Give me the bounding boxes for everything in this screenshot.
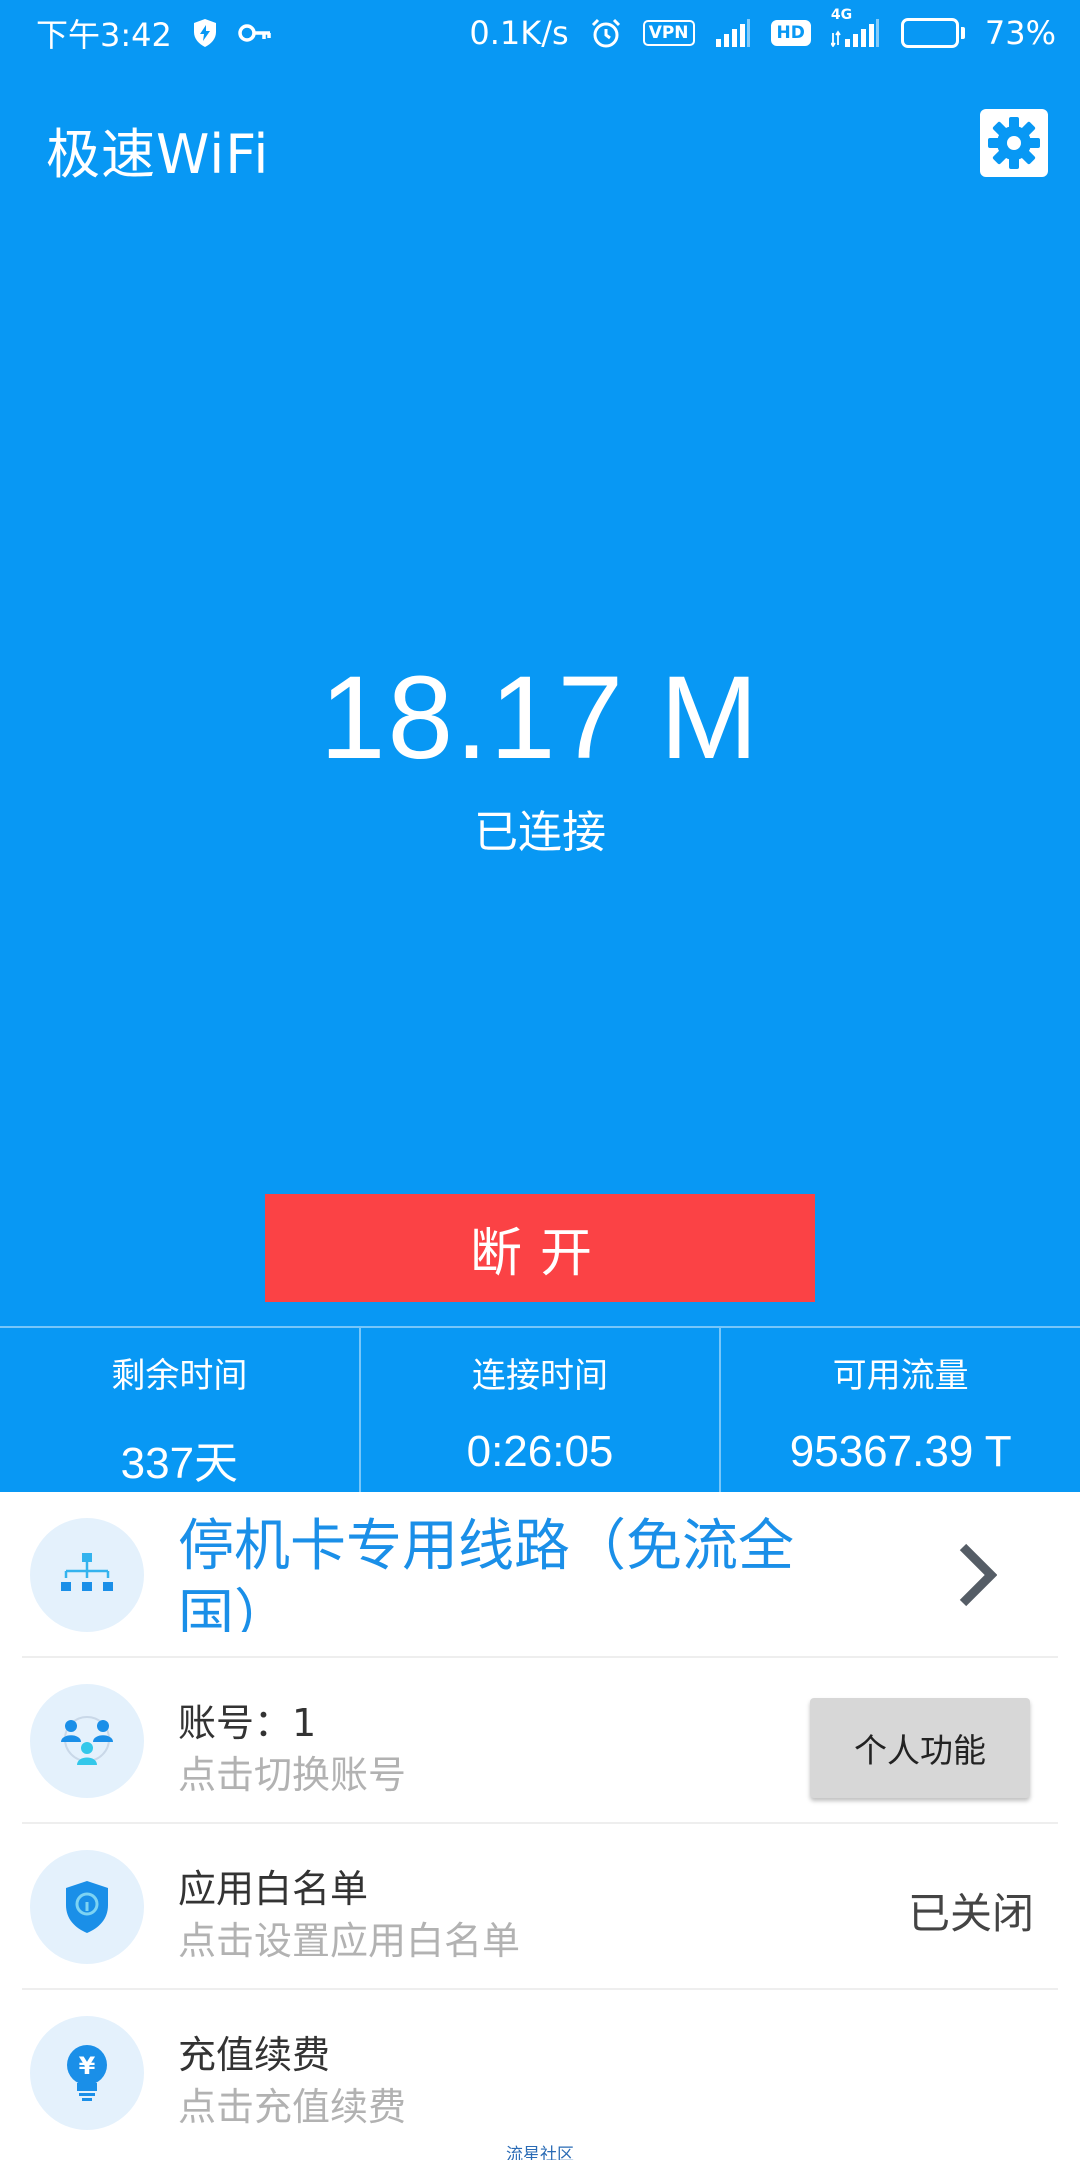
whitelist-title: 应用白名单	[178, 1867, 369, 1911]
battery-icon	[900, 18, 965, 48]
stat-label: 连接时间	[472, 1356, 608, 1396]
alarm-icon	[589, 16, 623, 50]
list-item-recharge[interactable]: ¥ 充值续费 点击充值续费	[22, 1990, 1058, 2156]
network-type: 4G	[830, 7, 853, 23]
stat-connection-time: 连接时间 0:26:05	[358, 1328, 720, 1492]
status-time: 下午3:42	[36, 16, 172, 54]
chevron-right-icon	[947, 1540, 1007, 1610]
stat-remaining-time: 剩余时间 337天	[0, 1328, 359, 1492]
top-panel: 下午3:42 0.1K/s VPN HD 4G 73% 极速WiFi 18.17…	[0, 0, 1080, 1492]
list-item-account[interactable]: 账号：1 点击切换账号 个人功能	[22, 1658, 1058, 1824]
list-item-route[interactable]: 停机卡专用线路（免流全国）	[22, 1492, 1058, 1658]
yuan-bulb-icon: ¥	[30, 2016, 144, 2130]
battery-percent: 73%	[984, 14, 1056, 52]
route-title: 停机卡专用线路（免流全国）	[178, 1514, 794, 1632]
net-speed: 0.1K/s	[469, 14, 569, 52]
stat-value: 337天	[120, 1439, 239, 1488]
stat-label: 可用流量	[832, 1356, 969, 1396]
hd-badge: HD	[770, 20, 811, 46]
network-4g-icon: 4G	[830, 7, 881, 47]
svg-text:¥: ¥	[79, 2052, 96, 2080]
watermark: 流星社区	[506, 2145, 574, 2160]
speed-value: 18.17 M	[319, 652, 761, 784]
stats-bar: 剩余时间 337天 连接时间 0:26:05 可用流量 95367.39 T	[0, 1326, 1080, 1492]
list-item-whitelist[interactable]: 应用白名单 点击设置应用白名单 已关闭	[22, 1824, 1058, 1990]
connection-status: 已连接	[474, 807, 606, 858]
account-subtitle: 点击切换账号	[178, 1753, 407, 1797]
recharge-subtitle: 点击充值续费	[178, 2085, 407, 2129]
vpn-badge: VPN	[642, 20, 695, 46]
personal-functions-button[interactable]: 个人功能	[810, 1698, 1030, 1798]
settings-button[interactable]	[980, 109, 1048, 177]
users-icon	[30, 1684, 144, 1798]
whitelist-state: 已关闭	[907, 1889, 1034, 1938]
account-title: 账号：1	[178, 1701, 317, 1745]
disconnect-button[interactable]: 断开	[265, 1194, 815, 1302]
status-bar: 下午3:42 0.1K/s VPN HD 4G 73%	[0, 0, 1080, 66]
app-title: 极速WiFi	[46, 123, 270, 186]
stat-value: 0:26:05	[466, 1427, 614, 1476]
gear-icon	[988, 117, 1040, 169]
network-tree-icon	[30, 1518, 144, 1632]
stat-label: 剩余时间	[111, 1356, 248, 1396]
whitelist-subtitle: 点击设置应用白名单	[178, 1919, 521, 1963]
key-icon	[238, 23, 272, 43]
recharge-title: 充值续费	[178, 2033, 331, 2077]
shield-bolt-icon	[192, 18, 218, 48]
signal-icon	[715, 19, 751, 47]
shield-lock-icon	[30, 1850, 144, 1964]
stat-value: 95367.39 T	[789, 1427, 1012, 1476]
stat-available-traffic: 可用流量 95367.39 T	[719, 1328, 1080, 1492]
